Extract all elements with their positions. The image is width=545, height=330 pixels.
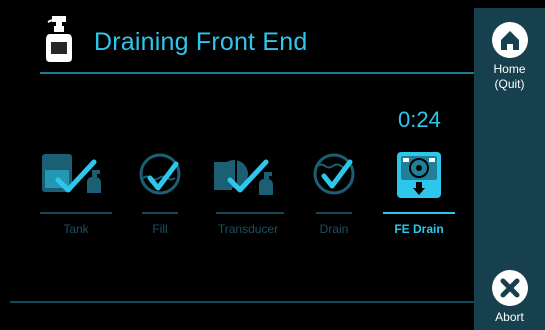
countdown-timer: 0:24	[398, 107, 441, 132]
step-transducer-underline	[216, 212, 284, 214]
tank-done-icon	[42, 154, 101, 193]
step-fe-drain-underline	[383, 212, 455, 214]
step-drain-label: Drain	[319, 222, 349, 236]
transducer-done-icon	[214, 158, 273, 195]
abort-button[interactable]: Abort	[474, 270, 545, 325]
step-drain[interactable]: Drain	[298, 150, 370, 240]
screen: Draining Front End 0:24 Tank Fill Transd…	[0, 0, 545, 330]
drain-done-icon	[313, 153, 355, 195]
home-button-label: Home (Quit)	[493, 62, 526, 91]
step-fe-drain[interactable]: FE Drain	[383, 150, 455, 240]
step-transducer[interactable]: Transducer	[212, 150, 284, 240]
footer-divider	[10, 301, 474, 303]
step-fill-underline	[142, 212, 178, 214]
spray-bottle-icon	[46, 16, 72, 62]
fe-drain-machine-icon	[397, 152, 441, 198]
step-transducer-label: Transducer	[217, 222, 279, 236]
step-tank-label: Tank	[63, 222, 89, 236]
home-icon	[491, 22, 528, 58]
close-icon	[491, 270, 528, 306]
abort-button-label: Abort	[495, 310, 524, 324]
fill-done-icon	[139, 153, 181, 195]
step-fe-drain-label: FE Drain	[394, 222, 444, 236]
header-divider	[40, 72, 474, 74]
step-drain-underline	[316, 212, 352, 214]
step-fill-label: Fill	[152, 222, 168, 236]
step-fill[interactable]: Fill	[124, 150, 196, 240]
step-tank-underline	[40, 212, 112, 214]
page-title: Draining Front End	[94, 28, 308, 56]
sidebar: Home (Quit) Abort	[474, 8, 545, 330]
step-tank[interactable]: Tank	[40, 150, 112, 240]
home-button[interactable]: Home (Quit)	[474, 22, 545, 92]
